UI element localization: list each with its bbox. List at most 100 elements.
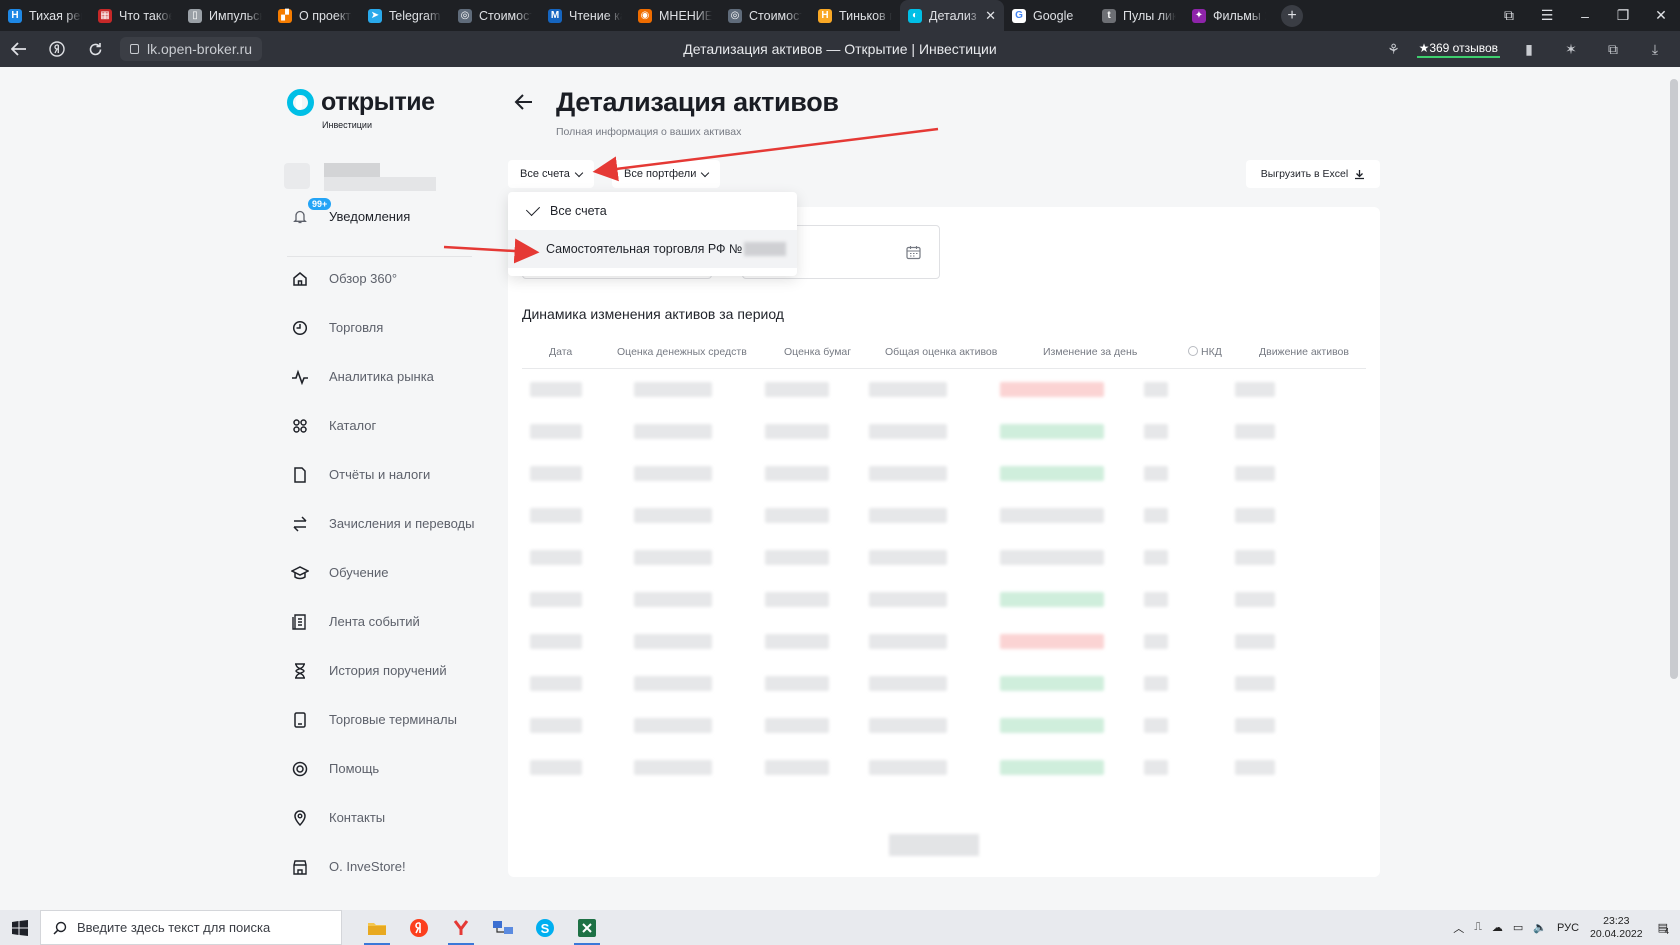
tray-volume-icon[interactable]: 🔈 — [1533, 921, 1547, 934]
browser-tab-title: Детализ — [929, 8, 977, 23]
brand-logo[interactable]: открытие — [287, 88, 435, 117]
taskbar-explorer[interactable] — [356, 910, 398, 945]
search-icon — [53, 921, 67, 935]
table-cell-redacted — [1144, 508, 1168, 523]
extension-icon[interactable]: ✶ — [1552, 41, 1590, 58]
sidebar-item-transfers[interactable]: Зачисления и переводы — [287, 499, 487, 548]
browser-tab[interactable]: ◐ Детализ ✕ — [900, 0, 1004, 31]
browser-tab[interactable]: M Чтение как — [540, 0, 630, 31]
table-cell-redacted — [634, 466, 712, 481]
sidebar-item-contacts[interactable]: Контакты — [287, 793, 487, 842]
close-window-button[interactable]: ✕ — [1642, 0, 1680, 31]
tray-chevron-up-icon[interactable]: ︿ — [1453, 920, 1464, 936]
page-back-button[interactable] — [513, 91, 535, 113]
tabs-menu-icon[interactable]: ⧉ — [1490, 0, 1528, 31]
url-field[interactable]: lk.open-broker.ru — [120, 37, 263, 61]
browser-tab-title: Тиньков по — [839, 8, 892, 23]
tray-cloud-icon[interactable]: ☁ — [1492, 921, 1503, 934]
browser-tab[interactable]: ▞ О проекте — [270, 0, 360, 31]
restore-button[interactable]: ❐ — [1604, 0, 1642, 31]
column-daily-change[interactable]: Изменение за день — [1043, 346, 1137, 358]
svg-text:S: S — [541, 921, 550, 936]
tray-clock[interactable]: 23:23 20.04.2022 — [1590, 915, 1643, 941]
reload-button[interactable] — [76, 31, 114, 67]
translate-icon[interactable]: ⚘ — [1375, 41, 1413, 58]
sidebar-item-analytics[interactable]: Аналитика рынка — [287, 352, 487, 401]
sidebar-item-reports[interactable]: Отчёты и налоги — [287, 450, 487, 499]
sidebar-item-orders-history[interactable]: История поручений — [287, 646, 487, 695]
sidebar-item-education[interactable]: Обучение — [287, 548, 487, 597]
minimize-button[interactable]: – — [1566, 0, 1604, 31]
portfolios-filter-dropdown[interactable]: Все портфели — [612, 160, 721, 188]
browser-tab-title: Тихая рево — [29, 8, 82, 23]
accounts-filter-dropdown[interactable]: Все счета — [508, 160, 594, 188]
sidebar-item-catalog[interactable]: Каталог — [287, 401, 487, 450]
browser-tab[interactable]: ▦ Что такое D — [90, 0, 180, 31]
yandex-button[interactable] — [38, 31, 76, 67]
table-cell-redacted — [530, 466, 582, 481]
new-tab-button[interactable]: + — [1274, 0, 1310, 31]
taskbar-yandex-browser[interactable] — [440, 910, 482, 945]
column-movement[interactable]: Движение активов — [1259, 346, 1349, 358]
column-cash[interactable]: Оценка денежных средств — [617, 346, 747, 358]
table-cell-redacted — [1144, 424, 1168, 439]
close-tab-icon[interactable]: ✕ — [985, 8, 996, 24]
browser-tab[interactable]: H Тиньков по — [810, 0, 900, 31]
browser-tab[interactable]: t Пулы ликви — [1094, 0, 1184, 31]
column-nkd[interactable]: НКД — [1188, 346, 1222, 358]
column-securities[interactable]: Оценка бумаг — [784, 346, 851, 358]
dropdown-option-self-trading[interactable]: Самостоятельная торговля РФ № — [508, 230, 797, 268]
browser-tab[interactable]: ➤ Telegram — [360, 0, 450, 31]
tray-language[interactable]: РУС — [1557, 922, 1579, 934]
notifications-item[interactable]: 99+ Уведомления — [290, 196, 410, 226]
browser-tab[interactable]: ▯ Импульсная — [180, 0, 270, 31]
assets-card: до 2022 Динамика изменения активов за пе… — [508, 192, 1380, 877]
sidebar-item-overview[interactable]: Обзор 360° — [287, 254, 487, 303]
browser-tab[interactable]: H Тихая рево — [0, 0, 90, 31]
grid-icon — [287, 413, 313, 439]
table-cell-redacted — [1235, 424, 1275, 439]
column-date[interactable]: Дата — [549, 346, 572, 358]
tray-network-icon[interactable]: ▭ — [1513, 921, 1523, 934]
user-profile-redacted[interactable] — [284, 163, 436, 193]
table-cell-redacted — [1000, 550, 1104, 565]
browser-tab[interactable]: ◎ Стоимость — [450, 0, 540, 31]
download-icon[interactable]: ⤓ — [1636, 41, 1674, 58]
tray-notifications-icon[interactable]: ▤ 4 — [1658, 921, 1669, 936]
reviews-badge[interactable]: ★369 отзывов — [1416, 41, 1500, 58]
tray-usb-icon[interactable]: ⎍ — [1474, 921, 1482, 934]
lock-icon — [130, 44, 139, 54]
taskbar-skype[interactable]: S — [524, 910, 566, 945]
start-button[interactable] — [0, 910, 40, 945]
dropdown-option-all-accounts[interactable]: Все счета — [508, 192, 797, 230]
table-total-redacted — [889, 834, 979, 856]
download-icon — [1355, 169, 1365, 179]
info-icon — [1188, 346, 1198, 356]
sidebar-menu: Обзор 360° Торговля Аналитика рынка Ката… — [287, 254, 487, 891]
table-cell-redacted — [765, 382, 829, 397]
browser-tab[interactable]: G Google — [1004, 0, 1094, 31]
bookmark-icon[interactable]: ▮ — [1510, 41, 1548, 58]
browser-tab[interactable]: ✦ Фильмы 20 — [1184, 0, 1274, 31]
collections-icon[interactable]: ⧉ — [1594, 41, 1632, 58]
browser-tab[interactable]: ◎ Стоимость — [720, 0, 810, 31]
calendar-icon[interactable] — [906, 245, 921, 260]
export-excel-button[interactable]: Выгрузить в Excel — [1246, 160, 1380, 188]
browser-tab[interactable]: ◉ МНЕНИЕ: Н — [630, 0, 720, 31]
sidebar-item-feed[interactable]: Лента событий — [287, 597, 487, 646]
taskbar-search[interactable]: Введите здесь текст для поиска — [40, 910, 342, 945]
taskbar-network-app[interactable] — [482, 910, 524, 945]
back-button[interactable] — [0, 31, 38, 67]
sidebar-item-investore[interactable]: О. InveStore! — [287, 842, 487, 891]
sidebar-item-help[interactable]: Помощь — [287, 744, 487, 793]
table-cell-redacted — [869, 508, 947, 523]
sidebar-item-trading[interactable]: Торговля — [287, 303, 487, 352]
taskbar-yandex[interactable] — [398, 910, 440, 945]
table-cell-redacted — [765, 760, 829, 775]
taskbar-excel[interactable] — [566, 910, 608, 945]
page-scrollbar[interactable] — [1670, 79, 1678, 679]
table-cell-redacted — [1235, 550, 1275, 565]
sidebar-item-terminals[interactable]: Торговые терминалы — [287, 695, 487, 744]
hamburger-menu-icon[interactable]: ☰ — [1528, 0, 1566, 31]
column-total[interactable]: Общая оценка активов — [885, 346, 997, 358]
